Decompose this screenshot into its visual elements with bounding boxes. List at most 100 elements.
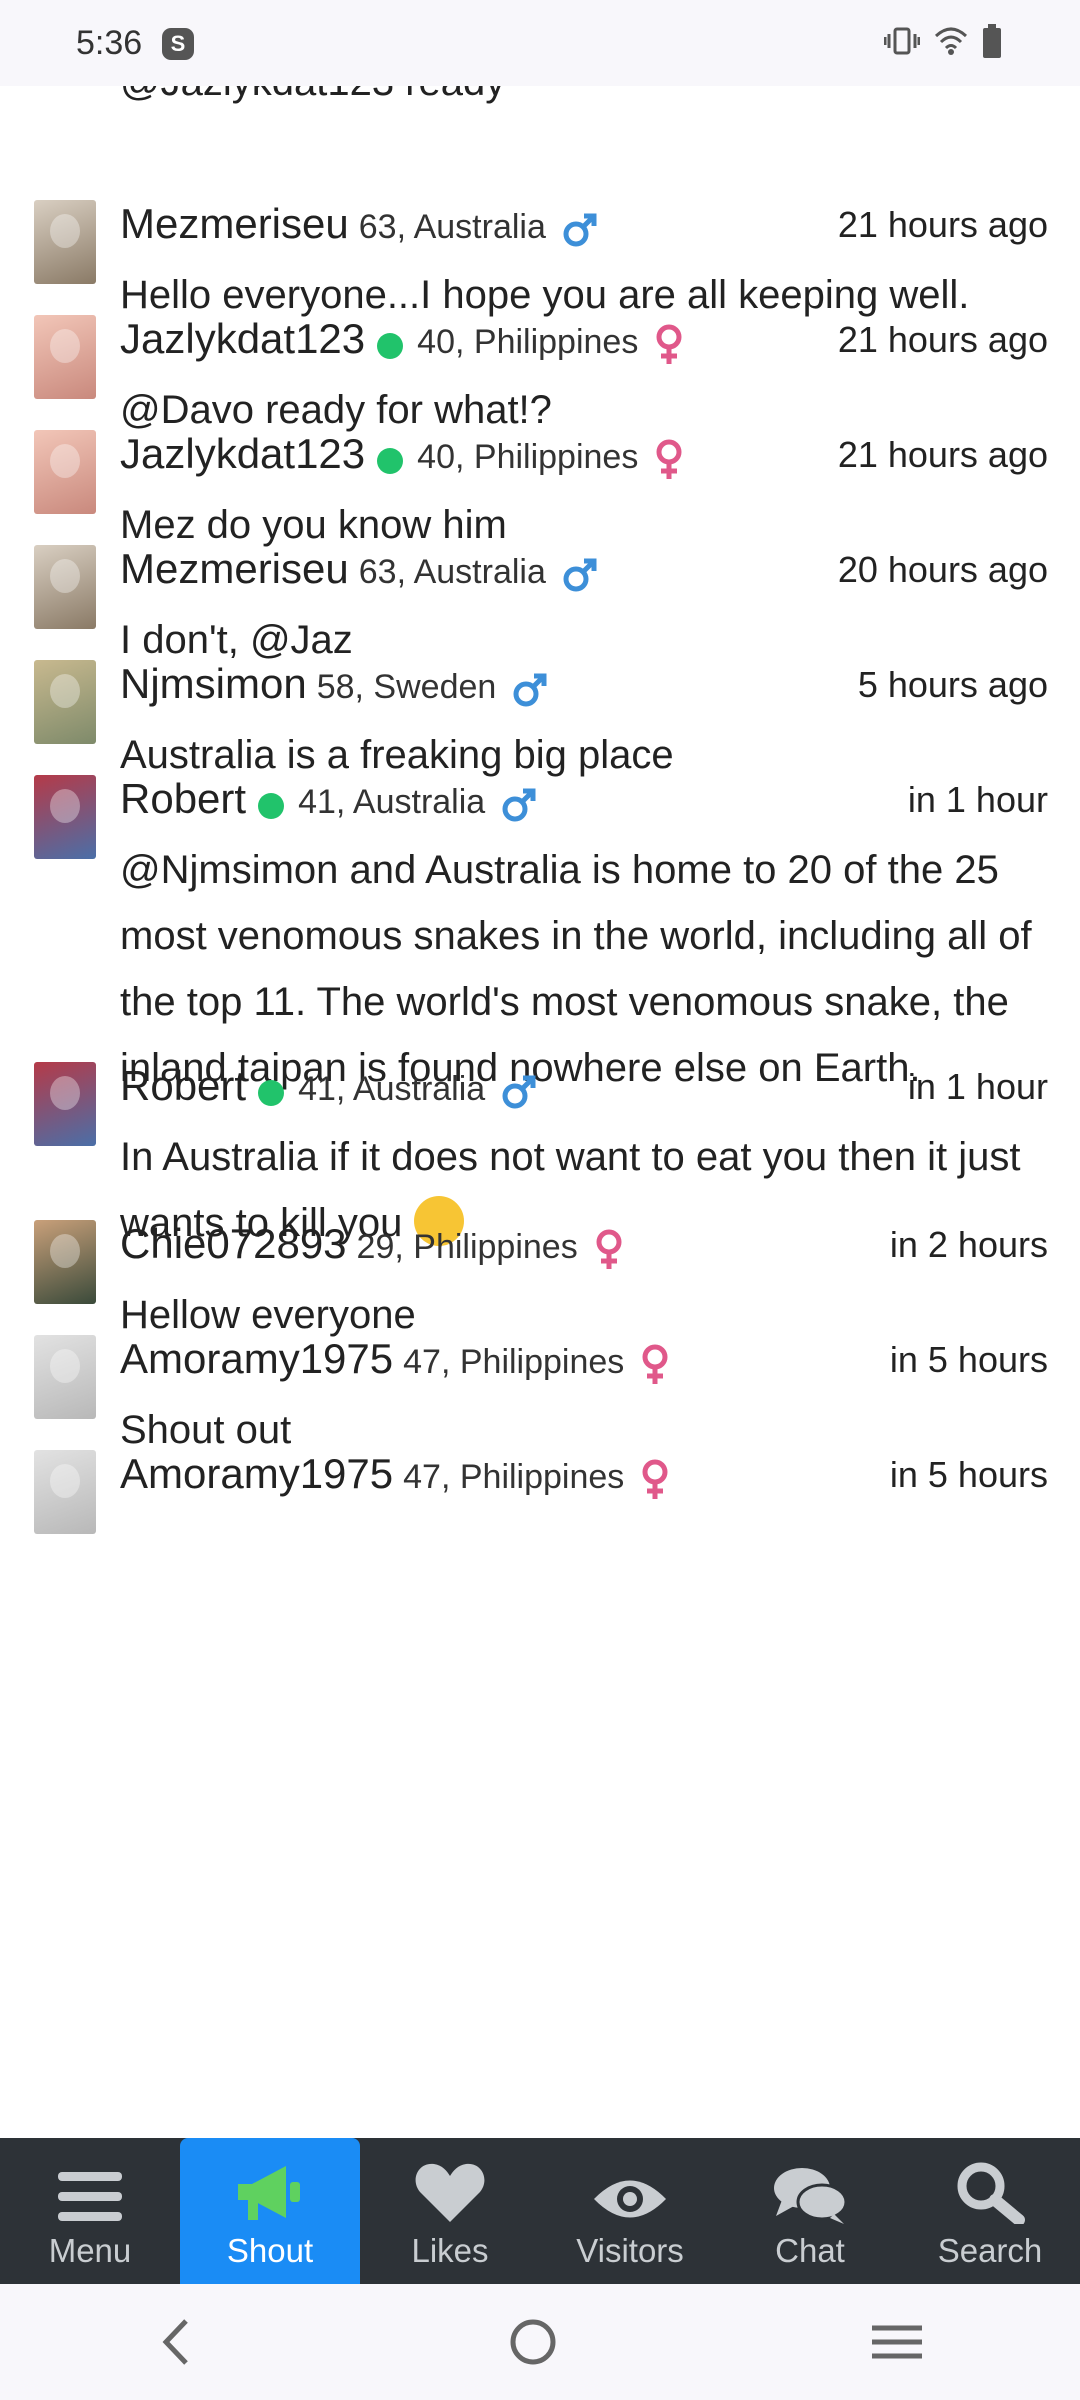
user-location: Philippines [473, 438, 639, 476]
meta-separator: , [454, 438, 474, 476]
user-location: Philippines [459, 1343, 625, 1381]
nav-label: Chat [775, 2232, 845, 2269]
male-icon [513, 673, 547, 707]
user-meta: 47, Philippines [403, 1343, 624, 1381]
male-icon [563, 558, 597, 592]
post-time: in 5 hours [889, 1339, 1048, 1380]
username[interactable]: Robert [120, 1062, 246, 1109]
post-time: 21 hours ago [837, 319, 1048, 360]
female-icon [656, 439, 682, 479]
post-header: Jazlykdat123 40, Philippines 21 hours ago [120, 430, 1048, 486]
username[interactable]: Jazlykdat123 [120, 315, 365, 362]
nav-label: Likes [411, 2232, 489, 2269]
post-text-body: Shout out [120, 1408, 292, 1452]
avatar[interactable] [34, 430, 96, 514]
avatar[interactable] [34, 775, 96, 859]
meta-separator: , [335, 783, 353, 821]
post-text-body: Hello everyone...I hope you are all keep… [120, 273, 970, 317]
post-time: 20 hours ago [837, 549, 1048, 590]
meta-separator: , [354, 668, 374, 706]
avatar[interactable] [34, 1450, 96, 1534]
avatar[interactable] [34, 1220, 96, 1304]
nav-shout[interactable]: Shout [180, 2138, 360, 2284]
nav-visitors[interactable]: Visitors [540, 2138, 720, 2284]
post-text-body: Hellow everyone [120, 1293, 416, 1337]
username[interactable]: Amoramy1975 [120, 1450, 393, 1497]
vibrate-icon [884, 27, 920, 55]
post-header: Mezmeriseu 63, Australia 20 hours ago [120, 545, 1048, 601]
post-text-body: Australia is a freaking big place [120, 733, 674, 777]
avatar[interactable] [34, 1062, 96, 1146]
back-icon[interactable] [156, 2317, 196, 2367]
eye-icon [594, 2180, 666, 2218]
shout-feed[interactable]: @Jazlykdat123 ready Mezmeriseu 63, Austra… [0, 86, 1080, 2138]
user-location: Sweden [373, 668, 497, 706]
post-header: Mezmeriseu 63, Australia 21 hours ago [120, 200, 1048, 256]
recents-icon[interactable] [870, 2322, 924, 2362]
username[interactable]: Mezmeriseu [120, 200, 349, 247]
user-location: Australia [352, 783, 486, 821]
meta-separator: , [440, 1458, 460, 1496]
avatar[interactable] [34, 200, 96, 284]
user-meta: 40, Philippines [417, 438, 638, 476]
meta-separator: , [440, 1343, 460, 1381]
avatar[interactable] [34, 545, 96, 629]
username[interactable]: Amoramy1975 [120, 1335, 393, 1382]
nav-chat[interactable]: Chat [720, 2138, 900, 2284]
post-header: Amoramy1975 47, Philippines in 5 hours [120, 1450, 1048, 1506]
user-meta: 58, Sweden [317, 668, 497, 706]
partial-post-text: @Jazlykdat123 ready [120, 86, 505, 105]
post-header: Robert 41, Australia in 1 hour [120, 1062, 1048, 1118]
post-time: 21 hours ago [837, 434, 1048, 475]
user-meta: 47, Philippines [403, 1458, 624, 1496]
meta-separator: , [335, 1070, 353, 1108]
username[interactable]: Chie072893 [120, 1220, 347, 1267]
app-notification-icon: S [162, 28, 194, 60]
username[interactable]: Jazlykdat123 [120, 430, 365, 477]
user-age: 40 [417, 438, 455, 476]
user-location: Philippines [473, 323, 639, 361]
user-meta: 40, Philippines [417, 323, 638, 361]
battery-icon [983, 24, 1001, 58]
online-indicator [377, 332, 404, 359]
avatar[interactable] [34, 1335, 96, 1419]
user-age: 47 [403, 1458, 441, 1496]
post-time: in 1 hour [907, 1066, 1048, 1107]
user-age: 29 [356, 1228, 395, 1266]
nav-menu[interactable]: Menu [0, 2138, 180, 2284]
user-location: Australia [413, 208, 546, 246]
male-icon [502, 1075, 536, 1109]
meta-separator: , [454, 323, 474, 361]
user-meta: 63, Australia [359, 553, 546, 591]
male-icon [502, 788, 536, 822]
status-bar: 5:36 S [0, 0, 1080, 86]
username[interactable]: Robert [120, 775, 246, 822]
user-meta: 41, Australia [298, 783, 485, 821]
home-icon[interactable] [508, 2317, 558, 2367]
nav-label: Menu [48, 2232, 132, 2269]
post-header: Robert 41, Australia in 1 hour [120, 775, 1048, 831]
avatar[interactable] [34, 315, 96, 399]
male-icon [563, 213, 597, 247]
post-time: in 5 hours [889, 1454, 1048, 1495]
user-meta: 41, Australia [298, 1070, 485, 1108]
status-time: 5:36 [76, 24, 143, 62]
user-meta: 63, Australia [359, 208, 546, 246]
nav-search[interactable]: Search [900, 2138, 1080, 2284]
username[interactable]: Mezmeriseu [120, 545, 349, 592]
post-time: 5 hours ago [857, 664, 1048, 705]
heart-icon [415, 2163, 485, 2222]
menu-icon [58, 2172, 122, 2221]
meta-separator: , [396, 208, 414, 246]
post-time: 21 hours ago [837, 204, 1048, 245]
post-text-body: @Davo ready for what!? [120, 388, 552, 432]
post-header: Amoramy1975 47, Philippines in 5 hours [120, 1335, 1048, 1391]
online-indicator [377, 447, 404, 474]
avatar[interactable] [34, 660, 96, 744]
user-meta: 29, Philippines [357, 1228, 578, 1266]
nav-likes[interactable]: Likes [360, 2138, 540, 2284]
megaphone-icon [238, 2166, 300, 2220]
user-location: Australia [352, 1070, 486, 1108]
username[interactable]: Njmsimon [120, 660, 307, 707]
user-location: Australia [413, 553, 546, 591]
